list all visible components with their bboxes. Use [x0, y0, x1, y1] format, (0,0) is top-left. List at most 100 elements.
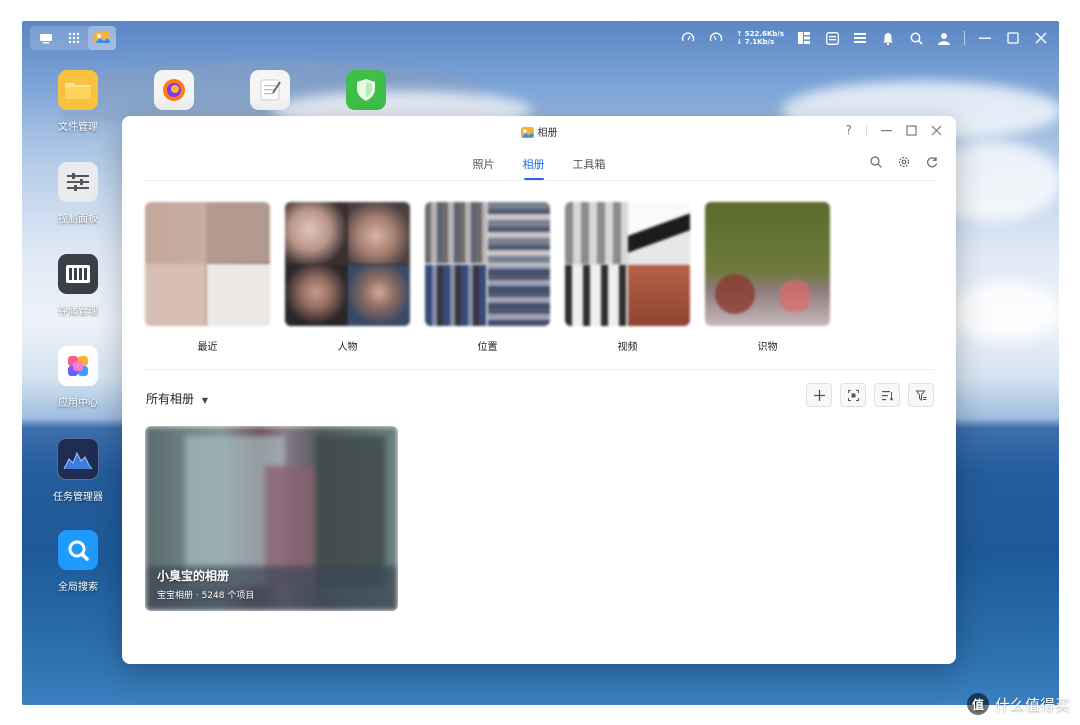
category-videos[interactable]: 视频 [565, 202, 690, 353]
add-album-button[interactable] [806, 383, 832, 407]
desktop-icon-global-search[interactable]: 全局搜索 [38, 530, 118, 593]
category-thumbnail [145, 202, 270, 326]
category-people[interactable]: 人物 [285, 202, 410, 353]
taskbar-photos-app[interactable] [88, 26, 116, 50]
select-button[interactable] [840, 383, 866, 407]
list-icon [854, 33, 866, 43]
watermark-text: 什么值得买 [994, 695, 1070, 714]
category-row: 最近 人物 位置 视频 识物 [145, 202, 830, 353]
dock-app-notes[interactable] [230, 70, 310, 110]
task-manager-icon [57, 438, 99, 480]
category-objects[interactable]: 识物 [705, 202, 830, 353]
ram-monitor[interactable] [708, 30, 724, 46]
search-button[interactable] [908, 30, 924, 46]
refresh-icon[interactable] [926, 156, 938, 168]
watermark: 值 什么值得买 [966, 693, 1070, 715]
task-list-button[interactable] [852, 30, 868, 46]
desktop-icon-label: 应用中心 [58, 398, 98, 409]
tab-divider [144, 180, 934, 181]
search-icon [910, 32, 923, 45]
firefox-icon [154, 70, 194, 110]
all-albums-dropdown[interactable]: 所有相册 ▼ [146, 390, 208, 407]
desktop-icon-label: 任务管理器 [53, 492, 103, 503]
tab-bar: 照片 相册 工具箱 [122, 156, 956, 180]
download-speed: ↓ 7.1Kb/s [736, 38, 775, 46]
close-icon [1035, 32, 1047, 44]
security-shield-icon [346, 70, 386, 110]
category-thumbnail [565, 202, 690, 326]
divider [964, 31, 965, 45]
window-tools [870, 156, 938, 168]
desktop: ↑ 522.6Kb/s ↓ 7.1Kb/s 文件管理 控制面板 存储管理 应用中… [22, 21, 1059, 705]
app-launcher-button[interactable] [60, 26, 88, 50]
album-name: 小臭宝的相册 [157, 569, 230, 583]
window-title-text: 相册 [537, 128, 558, 139]
close-button[interactable] [1033, 30, 1049, 46]
help-button[interactable]: ? [846, 123, 852, 137]
album-meta: 宝宝相册 · 5248 个项目 [157, 591, 255, 601]
desktop-icon-storage[interactable]: 存储管理 [38, 254, 118, 317]
filter-button[interactable] [908, 383, 934, 407]
desktop-icon-label: 全局搜索 [58, 582, 98, 593]
notes-button[interactable] [824, 30, 840, 46]
tab-toolbox[interactable]: 工具箱 [573, 156, 606, 180]
section-divider [144, 369, 934, 370]
maximize-icon[interactable] [906, 124, 917, 136]
widgets-icon [798, 32, 810, 44]
plus-icon [813, 389, 825, 401]
category-thumbnail [425, 202, 550, 326]
maximize-icon [1007, 32, 1019, 44]
desktop-icon [40, 33, 52, 43]
desktop-icon-label: 存储管理 [58, 306, 98, 317]
upload-speed: ↑ 522.6Kb/s [736, 30, 784, 38]
category-label: 人物 [337, 342, 358, 353]
watermark-logo: 值 [966, 693, 989, 715]
minimize-all-button[interactable] [977, 30, 993, 46]
folder-icon [58, 70, 98, 110]
close-icon[interactable] [931, 125, 942, 136]
dock-app-firefox[interactable] [134, 70, 214, 110]
topbar-right-group: ↑ 522.6Kb/s ↓ 7.1Kb/s [680, 27, 1049, 49]
user-icon [938, 32, 950, 45]
category-label: 视频 [617, 342, 638, 353]
category-label: 位置 [477, 342, 498, 353]
search-icon[interactable] [870, 156, 882, 168]
desktop-icon-task-manager[interactable]: 任务管理器 [38, 438, 118, 503]
dock-app-security[interactable] [326, 70, 406, 110]
widgets-button[interactable] [796, 30, 812, 46]
maximize-button[interactable] [1005, 30, 1021, 46]
user-button[interactable] [936, 30, 952, 46]
window-titlebar[interactable]: 相册 ? [122, 116, 956, 146]
category-label: 识物 [757, 342, 778, 353]
desktop-icon-app-center[interactable]: 应用中心 [38, 346, 118, 409]
caret-down-icon: ▼ [201, 396, 208, 405]
topbar-left-group [30, 26, 116, 50]
notifications-button[interactable] [880, 30, 896, 46]
sort-icon [881, 390, 893, 401]
minimize-icon[interactable] [881, 125, 892, 136]
tab-photos[interactable]: 照片 [473, 156, 495, 180]
cpu-monitor[interactable] [680, 30, 696, 46]
search-app-icon [58, 530, 98, 570]
settings-gear-icon[interactable] [898, 156, 910, 168]
category-places[interactable]: 位置 [425, 202, 550, 353]
photos-window: 相册 ? 照片 相册 工具箱 最近 人物 位置 视频 识物 所有相册 ▼ 小臭宝… [122, 116, 956, 664]
select-frame-icon [847, 389, 859, 401]
desktop-icon-file-manager[interactable]: 文件管理 [38, 70, 118, 133]
app-center-icon [58, 346, 98, 386]
filter-icon [915, 390, 926, 401]
category-thumbnail [705, 202, 830, 326]
network-speed[interactable]: ↑ 522.6Kb/s ↓ 7.1Kb/s [736, 30, 784, 46]
show-desktop-button[interactable] [32, 26, 60, 50]
category-recent[interactable]: 最近 [145, 202, 270, 353]
system-topbar: ↑ 522.6Kb/s ↓ 7.1Kb/s [22, 21, 1059, 55]
tab-albums[interactable]: 相册 [523, 156, 545, 180]
desktop-icon-control-panel[interactable]: 控制面板 [38, 162, 118, 225]
bell-icon [883, 32, 893, 45]
window-title: 相册 [122, 124, 956, 139]
minimize-icon [979, 37, 991, 39]
album-card[interactable]: 小臭宝的相册 宝宝相册 · 5248 个项目 [145, 426, 398, 611]
sort-button[interactable] [874, 383, 900, 407]
control-panel-icon [58, 162, 98, 202]
cpu-gauge-icon [682, 32, 695, 42]
